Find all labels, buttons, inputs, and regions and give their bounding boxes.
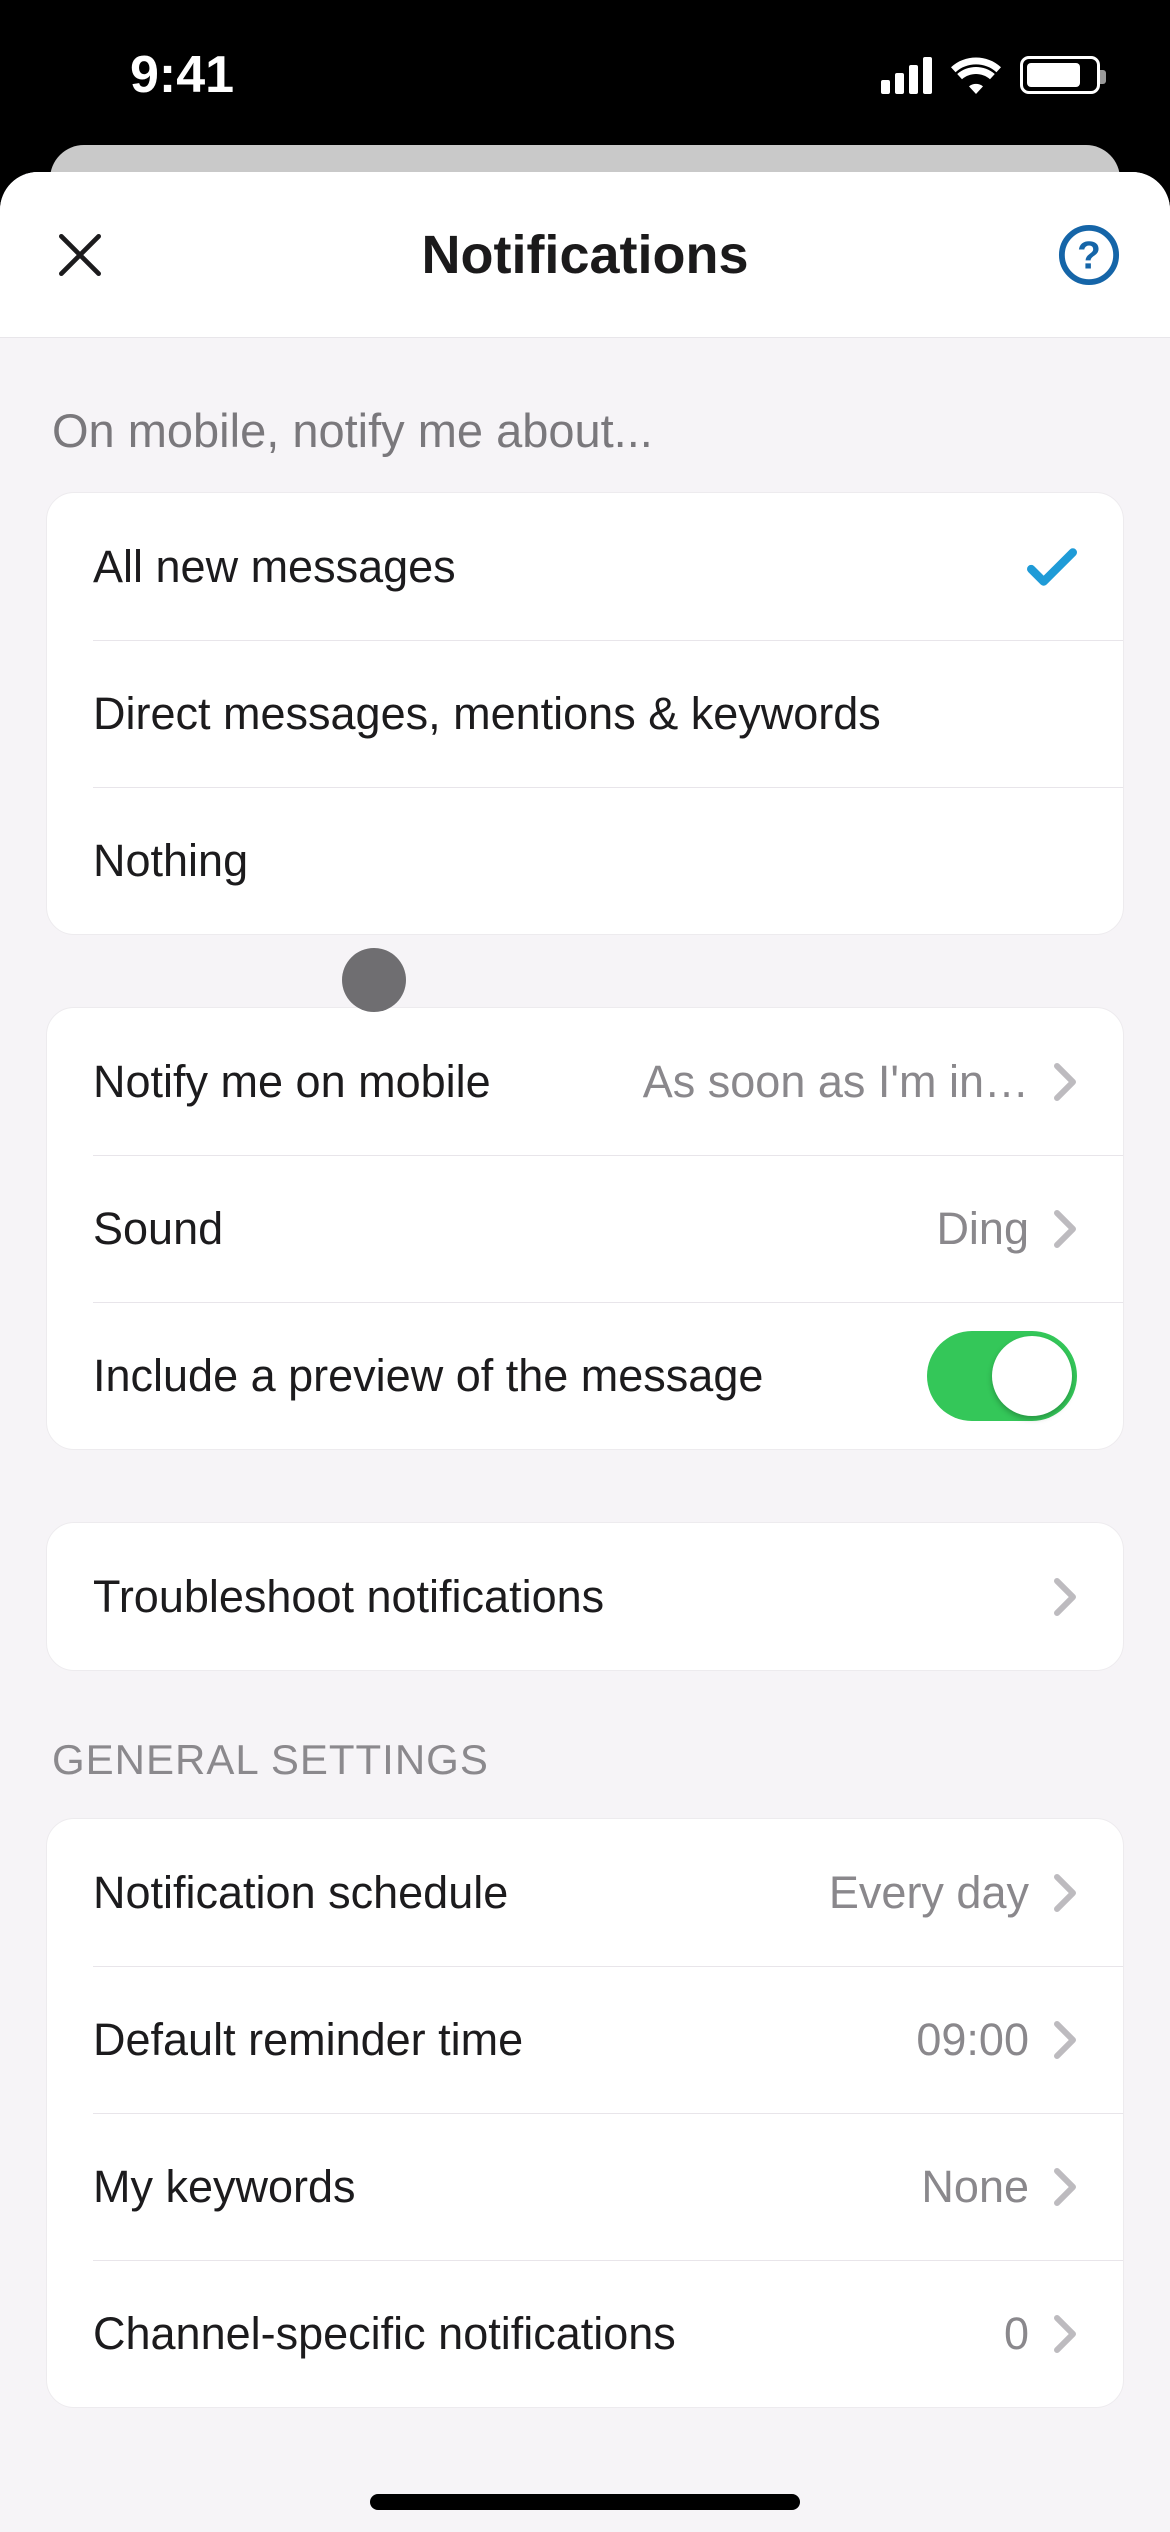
row-troubleshoot[interactable]: Troubleshoot notifications [47, 1523, 1123, 1670]
option-label: Nothing [93, 835, 248, 887]
row-value: As soon as I'm in… [643, 1056, 1029, 1108]
page-title: Notifications [0, 224, 1170, 286]
chevron-right-icon [1053, 2019, 1077, 2061]
option-nothing[interactable]: Nothing [47, 787, 1123, 934]
row-label: Notification schedule [93, 1867, 508, 1919]
help-button[interactable]: ? [1058, 224, 1120, 286]
row-label: Include a preview of the message [93, 1350, 763, 1402]
row-label: Troubleshoot notifications [93, 1571, 604, 1623]
pointer-indicator [342, 948, 406, 1012]
section-label-notify-about: On mobile, notify me about... [46, 338, 1124, 492]
row-value: Every day [829, 1867, 1029, 1919]
notify-about-card: All new messages Direct messages, mentio… [46, 492, 1124, 935]
wifi-icon [950, 56, 1002, 94]
chevron-right-icon [1053, 2313, 1077, 2355]
row-notification-schedule[interactable]: Notification schedule Every day [47, 1819, 1123, 1966]
general-settings-card: Notification schedule Every day Default … [46, 1818, 1124, 2408]
row-value: None [921, 2161, 1029, 2213]
row-value: 09:00 [916, 2014, 1029, 2066]
row-sound[interactable]: Sound Ding [47, 1155, 1123, 1302]
row-default-reminder-time[interactable]: Default reminder time 09:00 [47, 1966, 1123, 2113]
modal-header: Notifications ? [0, 172, 1170, 338]
battery-icon [1020, 56, 1100, 94]
modal-sheet: Notifications ? On mobile, notify me abo… [0, 172, 1170, 2532]
chevron-right-icon [1053, 1872, 1077, 1914]
check-icon [1027, 547, 1077, 587]
status-time: 9:41 [130, 45, 234, 105]
row-label: My keywords [93, 2161, 356, 2213]
row-value: 0 [1004, 2308, 1029, 2360]
svg-text:?: ? [1077, 234, 1101, 277]
row-label: Notify me on mobile [93, 1056, 491, 1108]
row-label: Default reminder time [93, 2014, 523, 2066]
option-all-new-messages[interactable]: All new messages [47, 493, 1123, 640]
row-channel-specific[interactable]: Channel-specific notifications 0 [47, 2260, 1123, 2407]
mobile-settings-card: Notify me on mobile As soon as I'm in… S… [46, 1007, 1124, 1450]
section-label-general: General Settings [46, 1671, 1124, 1818]
cellular-icon [881, 56, 932, 94]
chevron-right-icon [1053, 1576, 1077, 1618]
row-label: Channel-specific notifications [93, 2308, 676, 2360]
option-dm-mentions-keywords[interactable]: Direct messages, mentions & keywords [47, 640, 1123, 787]
troubleshoot-card: Troubleshoot notifications [46, 1522, 1124, 1671]
row-notify-when[interactable]: Notify me on mobile As soon as I'm in… [47, 1008, 1123, 1155]
row-my-keywords[interactable]: My keywords None [47, 2113, 1123, 2260]
status-icons [881, 56, 1100, 94]
chevron-right-icon [1053, 1208, 1077, 1250]
option-label: Direct messages, mentions & keywords [93, 688, 881, 740]
option-label: All new messages [93, 541, 456, 593]
row-label: Sound [93, 1203, 223, 1255]
home-indicator[interactable] [370, 2494, 800, 2510]
chevron-right-icon [1053, 1061, 1077, 1103]
close-button[interactable] [50, 225, 110, 285]
status-bar: 9:41 [0, 0, 1170, 150]
row-include-preview[interactable]: Include a preview of the message [47, 1302, 1123, 1449]
row-value: Ding [936, 1203, 1029, 1255]
preview-toggle[interactable] [927, 1331, 1077, 1421]
chevron-right-icon [1053, 2166, 1077, 2208]
